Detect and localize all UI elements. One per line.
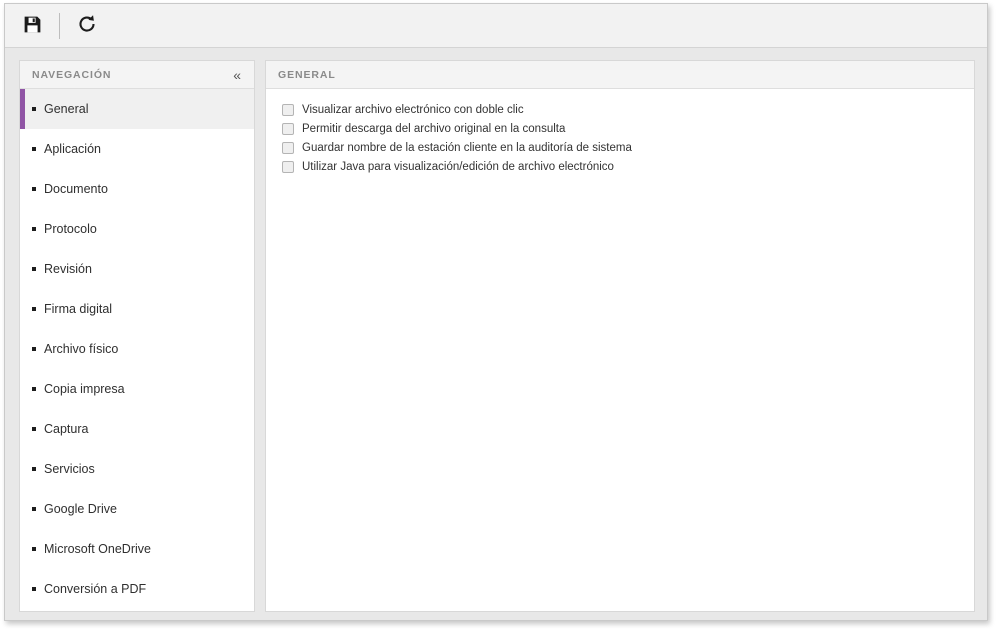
bullet-icon bbox=[32, 387, 36, 391]
collapse-sidebar-icon[interactable]: « bbox=[232, 66, 242, 84]
sidebar-item-microsoft-onedrive[interactable]: Microsoft OneDrive bbox=[20, 529, 254, 569]
application-window: NAVEGACIÓN « General Aplicación Documento P… bbox=[4, 3, 988, 621]
bullet-icon bbox=[32, 507, 36, 511]
sidebar-item-label: Conversión a PDF bbox=[44, 582, 147, 596]
sidebar-item-label: Revisión bbox=[44, 262, 92, 276]
save-button[interactable] bbox=[13, 7, 51, 45]
navigation-panel-header: NAVEGACIÓN « bbox=[20, 61, 254, 89]
sidebar-item-label: Copia impresa bbox=[44, 382, 125, 396]
content-panel-header: GENERAL bbox=[266, 61, 974, 89]
sidebar-item-documento[interactable]: Documento bbox=[20, 169, 254, 209]
bullet-icon bbox=[32, 547, 36, 551]
sidebar-item-revisión[interactable]: Revisión bbox=[20, 249, 254, 289]
content-panel: GENERAL Visualizar archivo electrónico c… bbox=[265, 60, 975, 612]
bullet-icon bbox=[32, 107, 36, 111]
sidebar-item-archivo-físico[interactable]: Archivo físico bbox=[20, 329, 254, 369]
refresh-button[interactable] bbox=[68, 7, 106, 45]
sidebar-item-label: Archivo físico bbox=[44, 342, 119, 356]
bullet-icon bbox=[32, 427, 36, 431]
option-label: Utilizar Java para visualización/edición… bbox=[302, 160, 614, 173]
option-label: Guardar nombre de la estación cliente en… bbox=[302, 141, 632, 154]
navigation-panel-title: NAVEGACIÓN bbox=[32, 68, 112, 81]
sidebar-nav-list: General Aplicación Documento Protocolo Revis… bbox=[20, 89, 254, 609]
bullet-icon bbox=[32, 467, 36, 471]
sidebar-item-label: Google Drive bbox=[44, 502, 117, 516]
sidebar-item-conversión-a-pdf[interactable]: Conversión a PDF bbox=[20, 569, 254, 609]
toolbar bbox=[5, 4, 987, 48]
toolbar-separator bbox=[59, 12, 60, 39]
checkbox-icon[interactable] bbox=[282, 103, 294, 116]
checkbox-icon[interactable] bbox=[282, 141, 294, 154]
sidebar-item-firma-digital[interactable]: Firma digital bbox=[20, 289, 254, 329]
option-row[interactable]: Visualizar archivo electrónico con doble… bbox=[266, 100, 974, 119]
sidebar-item-label: Microsoft OneDrive bbox=[44, 542, 151, 556]
bullet-icon bbox=[32, 227, 36, 231]
sidebar-item-label: Firma digital bbox=[44, 302, 113, 316]
sidebar-item-label: Documento bbox=[44, 182, 108, 196]
sidebar-item-captura[interactable]: Captura bbox=[20, 409, 254, 449]
content-panel-title: GENERAL bbox=[278, 68, 336, 81]
bullet-icon bbox=[32, 307, 36, 311]
sidebar-item-aplicación[interactable]: Aplicación bbox=[20, 129, 254, 169]
floppy-disk-icon bbox=[22, 14, 43, 38]
sidebar-item-google-drive[interactable]: Google Drive bbox=[20, 489, 254, 529]
option-row[interactable]: Guardar nombre de la estación cliente en… bbox=[266, 138, 974, 157]
sidebar-item-label: General bbox=[44, 102, 89, 116]
bullet-icon bbox=[32, 187, 36, 191]
sidebar-item-label: Aplicación bbox=[44, 142, 101, 156]
sidebar-item-label: Servicios bbox=[44, 462, 95, 476]
checkbox-icon[interactable] bbox=[282, 160, 294, 173]
bullet-icon bbox=[32, 267, 36, 271]
sidebar-item-general[interactable]: General bbox=[20, 89, 254, 129]
sidebar-item-protocolo[interactable]: Protocolo bbox=[20, 209, 254, 249]
option-label: Permitir descarga del archivo original e… bbox=[302, 122, 566, 135]
checkbox-icon[interactable] bbox=[282, 122, 294, 135]
sidebar-item-label: Protocolo bbox=[44, 222, 97, 236]
navigation-panel: NAVEGACIÓN « General Aplicación Documento P… bbox=[19, 60, 255, 612]
main-body: NAVEGACIÓN « General Aplicación Documento P… bbox=[5, 48, 987, 620]
option-label: Visualizar archivo electrónico con doble… bbox=[302, 103, 524, 116]
bullet-icon bbox=[32, 587, 36, 591]
option-row[interactable]: Utilizar Java para visualización/edición… bbox=[266, 157, 974, 176]
bullet-icon bbox=[32, 147, 36, 151]
option-row[interactable]: Permitir descarga del archivo original e… bbox=[266, 119, 974, 138]
refresh-icon bbox=[76, 13, 98, 38]
sidebar-item-label: Captura bbox=[44, 422, 89, 436]
sidebar-item-copia-impresa[interactable]: Copia impresa bbox=[20, 369, 254, 409]
bullet-icon bbox=[32, 347, 36, 351]
sidebar-item-servicios[interactable]: Servicios bbox=[20, 449, 254, 489]
general-options-list: Visualizar archivo electrónico con doble… bbox=[266, 89, 974, 176]
